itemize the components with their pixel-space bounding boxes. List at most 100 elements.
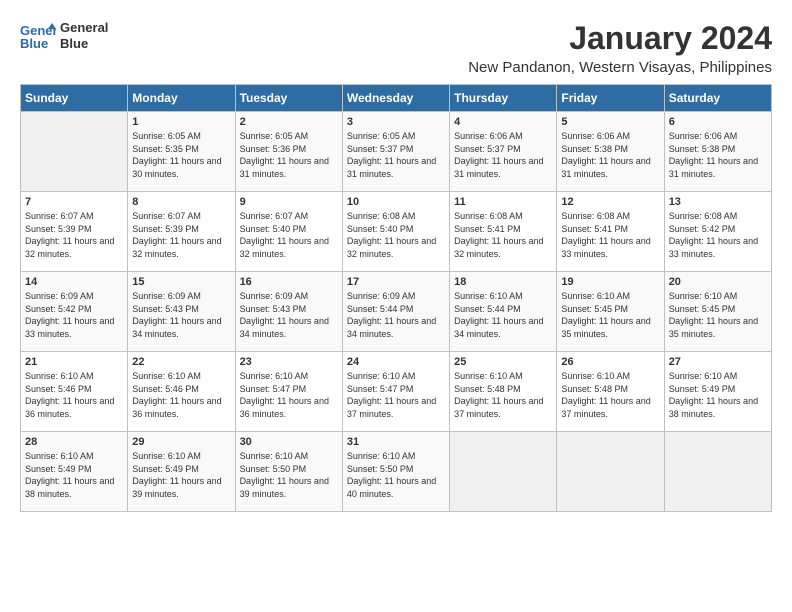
day-number: 21 (25, 356, 123, 368)
calendar-cell: 12 Sunrise: 6:08 AMSunset: 5:41 PMDayligh… (557, 192, 664, 272)
calendar-cell: 4 Sunrise: 6:06 AMSunset: 5:37 PMDaylight… (450, 112, 557, 192)
cell-info: Sunrise: 6:08 AMSunset: 5:42 PMDaylight:… (669, 210, 767, 260)
calendar-cell: 31 Sunrise: 6:10 AMSunset: 5:50 PMDayligh… (342, 432, 449, 512)
cell-info: Sunrise: 6:08 AMSunset: 5:40 PMDaylight:… (347, 210, 445, 260)
cell-info: Sunrise: 6:08 AMSunset: 5:41 PMDaylight:… (561, 210, 659, 260)
calendar-cell: 9 Sunrise: 6:07 AMSunset: 5:40 PMDaylight… (235, 192, 342, 272)
day-number: 2 (240, 116, 338, 128)
logo-text-line1: General (60, 20, 108, 36)
day-number: 3 (347, 116, 445, 128)
day-number: 18 (454, 276, 552, 288)
calendar-cell: 22 Sunrise: 6:10 AMSunset: 5:46 PMDayligh… (128, 352, 235, 432)
day-number: 4 (454, 116, 552, 128)
cell-info: Sunrise: 6:10 AMSunset: 5:49 PMDaylight:… (25, 450, 123, 500)
calendar-cell: 26Sunrise: 6:10 AMSunset: 5:48 PMDayligh… (557, 352, 664, 432)
day-number: 5 (561, 116, 659, 128)
cell-info: Sunrise: 6:06 AMSunset: 5:38 PMDaylight:… (669, 130, 767, 180)
weekday-header-tuesday: Tuesday (235, 85, 342, 112)
cell-info: Sunrise: 6:05 AMSunset: 5:37 PMDaylight:… (347, 130, 445, 180)
calendar-cell: 29Sunrise: 6:10 AMSunset: 5:49 PMDayligh… (128, 432, 235, 512)
cell-info: Sunrise: 6:10 AMSunset: 5:45 PMDaylight:… (669, 290, 767, 340)
day-number: 15 (132, 276, 230, 288)
cell-info: Sunrise: 6:10 AMSunset: 5:50 PMDaylight:… (347, 450, 445, 500)
day-number: 31 (347, 436, 445, 448)
cell-info: Sunrise: 6:06 AMSunset: 5:38 PMDaylight:… (561, 130, 659, 180)
calendar-cell: 25 Sunrise: 6:10 AMSunset: 5:48 PMDayligh… (450, 352, 557, 432)
week-row-1: 1Sunrise: 6:05 AMSunset: 5:35 PMDaylight… (21, 112, 772, 192)
calendar-cell: 18Sunrise: 6:10 AMSunset: 5:44 PMDayligh… (450, 272, 557, 352)
cell-info: Sunrise: 6:09 AMSunset: 5:42 PMDaylight:… (25, 290, 123, 340)
day-number: 9 (240, 196, 338, 208)
cell-info: Sunrise: 6:10 AMSunset: 5:45 PMDaylight:… (561, 290, 659, 340)
calendar-cell: 2Sunrise: 6:05 AMSunset: 5:36 PMDaylight… (235, 112, 342, 192)
day-number: 25 (454, 356, 552, 368)
day-number: 23 (240, 356, 338, 368)
weekday-row: SundayMondayTuesdayWednesdayThursdayFrid… (21, 85, 772, 112)
calendar-table: SundayMondayTuesdayWednesdayThursdayFrid… (20, 84, 772, 512)
day-number: 27 (669, 356, 767, 368)
cell-info: Sunrise: 6:09 AMSunset: 5:44 PMDaylight:… (347, 290, 445, 340)
cell-info: Sunrise: 6:06 AMSunset: 5:37 PMDaylight:… (454, 130, 552, 180)
calendar-cell: 13 Sunrise: 6:08 AMSunset: 5:42 PMDayligh… (664, 192, 771, 272)
logo-icon: General Blue (20, 21, 56, 51)
day-number: 11 (454, 196, 552, 208)
day-number: 29 (132, 436, 230, 448)
calendar-subtitle: New Pandanon, Western Visayas, Philippin… (468, 59, 772, 76)
day-number: 19 (561, 276, 659, 288)
calendar-cell: 30Sunrise: 6:10 AMSunset: 5:50 PMDayligh… (235, 432, 342, 512)
calendar-cell: 23Sunrise: 6:10 AMSunset: 5:47 PMDayligh… (235, 352, 342, 432)
calendar-cell (557, 432, 664, 512)
calendar-cell (450, 432, 557, 512)
svg-text:Blue: Blue (20, 36, 48, 51)
title-area: January 2024 New Pandanon, Western Visay… (468, 20, 772, 76)
day-number: 17 (347, 276, 445, 288)
cell-info: Sunrise: 6:10 AMSunset: 5:50 PMDaylight:… (240, 450, 338, 500)
day-number: 14 (25, 276, 123, 288)
calendar-cell: 8Sunrise: 6:07 AMSunset: 5:39 PMDaylight… (128, 192, 235, 272)
calendar-cell: 19 Sunrise: 6:10 AMSunset: 5:45 PMDayligh… (557, 272, 664, 352)
logo-text-line2: Blue (60, 36, 108, 52)
weekday-header-thursday: Thursday (450, 85, 557, 112)
logo: General Blue General Blue (20, 20, 108, 51)
weekday-header-monday: Monday (128, 85, 235, 112)
calendar-cell (664, 432, 771, 512)
cell-info: Sunrise: 6:10 AMSunset: 5:46 PMDaylight:… (25, 370, 123, 420)
cell-info: Sunrise: 6:09 AMSunset: 5:43 PMDaylight:… (240, 290, 338, 340)
calendar-cell: 28 Sunrise: 6:10 AMSunset: 5:49 PMDayligh… (21, 432, 128, 512)
week-row-4: 21 Sunrise: 6:10 AMSunset: 5:46 PMDayligh… (21, 352, 772, 432)
cell-info: Sunrise: 6:10 AMSunset: 5:48 PMDaylight:… (561, 370, 659, 420)
calendar-cell: 1Sunrise: 6:05 AMSunset: 5:35 PMDaylight… (128, 112, 235, 192)
cell-info: Sunrise: 6:05 AMSunset: 5:35 PMDaylight:… (132, 130, 230, 180)
day-number: 12 (561, 196, 659, 208)
calendar-body: 1Sunrise: 6:05 AMSunset: 5:35 PMDaylight… (21, 112, 772, 512)
calendar-title: January 2024 (468, 20, 772, 57)
calendar-header: SundayMondayTuesdayWednesdayThursdayFrid… (21, 85, 772, 112)
calendar-cell: 21 Sunrise: 6:10 AMSunset: 5:46 PMDayligh… (21, 352, 128, 432)
day-number: 10 (347, 196, 445, 208)
cell-info: Sunrise: 6:07 AMSunset: 5:40 PMDaylight:… (240, 210, 338, 260)
calendar-cell: 14 Sunrise: 6:09 AMSunset: 5:42 PMDayligh… (21, 272, 128, 352)
day-number: 7 (25, 196, 123, 208)
cell-info: Sunrise: 6:10 AMSunset: 5:46 PMDaylight:… (132, 370, 230, 420)
weekday-header-sunday: Sunday (21, 85, 128, 112)
calendar-cell: 10 Sunrise: 6:08 AMSunset: 5:40 PMDayligh… (342, 192, 449, 272)
calendar-cell: 27 Sunrise: 6:10 AMSunset: 5:49 PMDayligh… (664, 352, 771, 432)
cell-info: Sunrise: 6:09 AMSunset: 5:43 PMDaylight:… (132, 290, 230, 340)
cell-info: Sunrise: 6:10 AMSunset: 5:49 PMDaylight:… (669, 370, 767, 420)
calendar-cell: 11Sunrise: 6:08 AMSunset: 5:41 PMDayligh… (450, 192, 557, 272)
calendar-cell (21, 112, 128, 192)
week-row-3: 14 Sunrise: 6:09 AMSunset: 5:42 PMDayligh… (21, 272, 772, 352)
calendar-cell: 3 Sunrise: 6:05 AMSunset: 5:37 PMDaylight… (342, 112, 449, 192)
cell-info: Sunrise: 6:07 AMSunset: 5:39 PMDaylight:… (25, 210, 123, 260)
cell-info: Sunrise: 6:10 AMSunset: 5:47 PMDaylight:… (347, 370, 445, 420)
day-number: 13 (669, 196, 767, 208)
cell-info: Sunrise: 6:10 AMSunset: 5:48 PMDaylight:… (454, 370, 552, 420)
day-number: 22 (132, 356, 230, 368)
cell-info: Sunrise: 6:07 AMSunset: 5:39 PMDaylight:… (132, 210, 230, 260)
calendar-cell: 15 Sunrise: 6:09 AMSunset: 5:43 PMDayligh… (128, 272, 235, 352)
day-number: 28 (25, 436, 123, 448)
weekday-header-friday: Friday (557, 85, 664, 112)
header: General Blue General Blue January 2024 N… (20, 20, 772, 76)
week-row-5: 28 Sunrise: 6:10 AMSunset: 5:49 PMDayligh… (21, 432, 772, 512)
week-row-2: 7 Sunrise: 6:07 AMSunset: 5:39 PMDaylight… (21, 192, 772, 272)
